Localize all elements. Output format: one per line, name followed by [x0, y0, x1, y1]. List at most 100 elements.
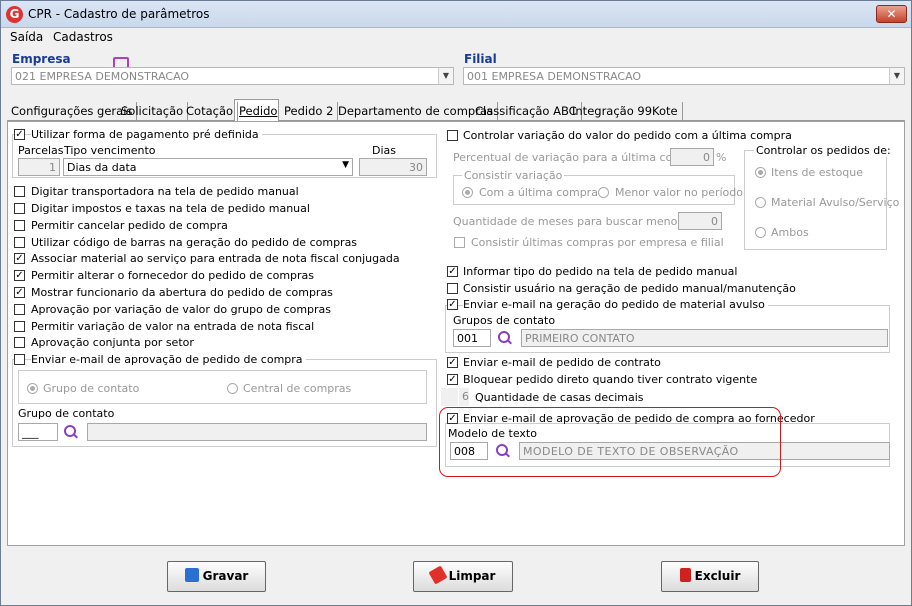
label-ultima-compra: Com a última compra	[479, 186, 598, 199]
radio-menor-valor[interactable]	[598, 187, 609, 198]
percentual-field[interactable]: 0	[670, 148, 714, 166]
label-itens-estoque: Itens de estoque	[771, 166, 864, 179]
highlight-annotation	[439, 407, 781, 477]
check-informar-tipo[interactable]: ✓	[447, 266, 458, 277]
label-transportadora: Digitar transportadora na tela de pedido…	[31, 185, 299, 198]
forma-pagamento-checkbox[interactable]: ✓	[14, 129, 25, 140]
casas-decimais-label: Quantidade de casas decimais	[475, 391, 644, 404]
check-codigo-barras[interactable]	[14, 237, 25, 248]
label-aprovacao-conjunta: Aprovação conjunta por setor	[31, 336, 194, 349]
radio-material-avulso[interactable]	[755, 197, 766, 208]
empresa-select[interactable]: 021 EMPRESA DEMONSTRACAO ▼	[11, 67, 454, 85]
check-aprovacao-variacao[interactable]	[14, 304, 25, 315]
close-button[interactable]: ✕	[876, 5, 907, 23]
parcelas-field[interactable]: 1	[18, 158, 60, 176]
radio-ambos[interactable]	[755, 227, 766, 238]
parcelas-label: Parcelas	[18, 144, 64, 157]
label-codigo-barras: Utilizar código de barras na geração do …	[31, 236, 358, 249]
menu-bar: Saída Cadastros	[1, 28, 911, 69]
check-controlar-variacao[interactable]	[447, 130, 458, 141]
label-material-avulso: Material Avulso/Serviço	[771, 196, 900, 209]
check-aprovacao-conjunta[interactable]	[14, 337, 25, 348]
percentual-unit: %	[716, 151, 727, 164]
label-cancelar: Permitir cancelar pedido de compra	[31, 219, 228, 232]
grupos-contato-code[interactable]: 001	[453, 329, 491, 347]
check-impostos[interactable]	[14, 203, 25, 214]
grupo-contato-name	[87, 423, 427, 441]
radio-grupo-contato[interactable]	[27, 383, 38, 394]
check-variacao-nota[interactable]	[14, 321, 25, 332]
tab-solicitacao[interactable]: Solicitação	[117, 102, 189, 121]
check-email-contrato[interactable]: ✓	[447, 357, 458, 368]
dias-label: Dias	[372, 144, 396, 157]
label-email-avulso: Enviar e-mail na geração do pedido de ma…	[463, 298, 768, 311]
qtd-meses-field[interactable]: 0	[678, 212, 722, 230]
label-mostrar-funcionario: Mostrar funcionario da abertura do pedid…	[31, 286, 333, 299]
label-email-aprovacao: Enviar e-mail de aprovação de pedido de …	[31, 353, 306, 366]
search-icon[interactable]	[498, 331, 512, 345]
label-consistir-ultimas: Consistir últimas compras por empresa e …	[471, 236, 724, 249]
label-impostos: Digitar impostos e taxas na tela de pedi…	[31, 202, 310, 215]
menu-cadastros[interactable]: Cadastros	[53, 30, 113, 44]
forma-pagamento-label: Utilizar forma de pagamento pré definida	[31, 128, 262, 141]
radio-itens-estoque[interactable]	[755, 167, 766, 178]
window-title: CPR - Cadastro de parâmetros	[28, 7, 210, 21]
check-transportadora[interactable]	[14, 186, 25, 197]
radio-central-compras[interactable]	[227, 383, 238, 394]
check-mostrar-funcionario[interactable]: ✓	[14, 287, 25, 298]
label-bloquear-pedido: Bloquear pedido direto quando tiver cont…	[463, 373, 758, 386]
tab-pedido[interactable]: Pedido	[235, 102, 281, 121]
eraser-icon	[428, 565, 448, 585]
label-informar-tipo: Informar tipo do pedido na tela de pedid…	[463, 265, 738, 278]
check-alterar-fornecedor[interactable]: ✓	[14, 270, 25, 281]
app-logo-icon: G	[6, 6, 23, 23]
filial-label: Filial	[464, 52, 497, 66]
trash-icon	[679, 568, 691, 582]
percentual-label: Percentual de variação para a última com…	[453, 151, 702, 164]
tab-integracao-99kote[interactable]: Integração 99Kote	[568, 102, 683, 121]
label-consistir-usuario: Consistir usuário na geração de pedido m…	[463, 282, 796, 295]
tipo-vencimento-select[interactable]: Dias da data ▼	[63, 158, 353, 176]
tab-classificacao-abc[interactable]: Classificação ABC	[471, 102, 582, 121]
grupos-contato-name: PRIMEIRO CONTATO	[521, 329, 888, 347]
label-associar-material: Associar material ao serviço para entrad…	[31, 252, 400, 265]
check-consistir-ultimas[interactable]	[454, 237, 465, 248]
grupo-contato-label: Grupo de contato	[18, 407, 115, 420]
label-radio-grupo-contato: Grupo de contato	[43, 382, 140, 395]
filial-select[interactable]: 001 EMPRESA DEMONSTRACAO ▼	[463, 67, 905, 85]
dias-field[interactable]: 30	[359, 158, 427, 176]
main-window: G CPR - Cadastro de parâmetros ✕ Saída C…	[0, 0, 912, 606]
consistir-variacao-title: Consistir variação	[462, 169, 565, 182]
label-radio-central-compras: Central de compras	[243, 382, 352, 395]
tipo-vencimento-label: Tipo vencimento	[64, 144, 156, 157]
label-alterar-fornecedor: Permitir alterar o fornecedor do pedido …	[31, 269, 315, 282]
chevron-down-icon: ▼	[889, 68, 904, 84]
menu-saida[interactable]: Saída	[10, 30, 43, 44]
radio-ultima-compra[interactable]	[462, 187, 473, 198]
label-email-contrato: Enviar e-mail de pedido de contrato	[463, 356, 661, 369]
grupos-contato-label: Grupos de contato	[453, 314, 556, 327]
chevron-down-icon: ▼	[438, 68, 453, 84]
tab-pedido-2[interactable]: Pedido 2	[280, 102, 339, 121]
limpar-button[interactable]: Limpar	[413, 561, 513, 592]
check-consistir-usuario[interactable]	[447, 283, 458, 294]
check-email-avulso[interactable]: ✓	[447, 299, 458, 310]
qtd-meses-label: Quantidade de meses para buscar menor va…	[453, 215, 713, 228]
check-associar-material[interactable]: ✓	[14, 253, 25, 264]
tab-cotacao[interactable]: Cotação	[182, 102, 239, 121]
excluir-button[interactable]: Excluir	[661, 561, 759, 592]
label-ambos: Ambos	[771, 226, 809, 239]
casas-decimais-field[interactable]: 6	[459, 388, 469, 406]
empresa-label: Empresa	[12, 52, 71, 66]
label-controlar-variacao: Controlar variação do valor do pedido co…	[463, 129, 792, 142]
check-email-aprovacao[interactable]	[14, 354, 25, 365]
grupo-contato-code[interactable]: ___	[18, 423, 58, 441]
label-aprovacao-variacao: Aprovação por variação de valor do grupo…	[31, 303, 332, 316]
title-bar: G CPR - Cadastro de parâmetros ✕	[1, 1, 911, 28]
check-bloquear-pedido[interactable]: ✓	[447, 374, 458, 385]
search-icon[interactable]	[64, 425, 78, 439]
save-icon	[184, 568, 199, 582]
label-menor-valor: Menor valor no período	[615, 186, 744, 199]
check-cancelar[interactable]	[14, 220, 25, 231]
gravar-button[interactable]: Gravar	[167, 561, 266, 592]
